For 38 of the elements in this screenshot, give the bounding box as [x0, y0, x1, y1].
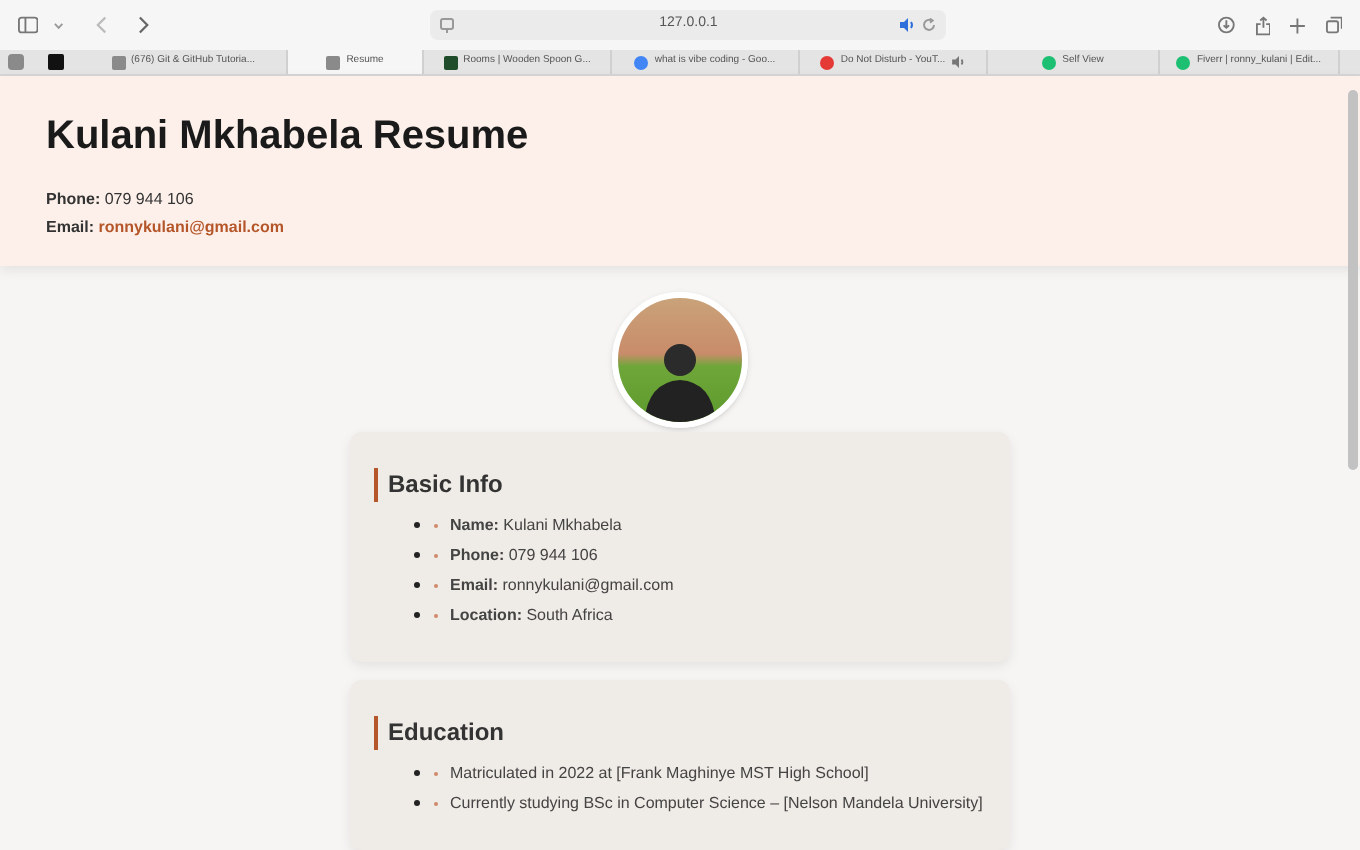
favicon-icon: [820, 55, 835, 69]
list-item-text: Name: Kulani Mkhabela: [450, 513, 622, 537]
bullet-icon: [414, 582, 420, 588]
favicon-icon: [111, 55, 126, 69]
section-heading: Education: [374, 716, 986, 750]
download-icon[interactable]: [1218, 16, 1236, 34]
list-item-text: Location: South Africa: [450, 603, 613, 627]
speaker-icon[interactable]: [951, 56, 966, 68]
page-title: Kulani Mkhabela Resume: [46, 116, 531, 156]
favicon-icon: [326, 55, 341, 69]
email-link[interactable]: ronnykulani@gmail.com: [98, 218, 284, 236]
list-item-text: Currently studying BSc in Computer Science – [Nelson Mandela University]: [450, 791, 983, 815]
reload-icon[interactable]: [922, 18, 937, 32]
favicon-icon: [1176, 55, 1191, 69]
chevron-down-icon[interactable]: [54, 21, 64, 29]
page-icon: [439, 17, 454, 33]
list-item-text: Email: ronnykulani@gmail.com: [450, 573, 674, 597]
bullet-icon: [414, 800, 420, 806]
list-item-text: Phone: 079 944 106: [450, 543, 598, 567]
contact-line: Email: ronnykulani@gmail.com: [46, 220, 286, 236]
favicon-icon: [634, 55, 649, 69]
speaker-icon[interactable]: [900, 18, 917, 32]
sidebar-icon[interactable]: [18, 16, 39, 34]
new-tab-icon[interactable]: [1290, 17, 1306, 33]
section-heading: Basic Info: [374, 468, 986, 502]
scrollbar-thumb[interactable]: [1348, 90, 1358, 470]
share-icon[interactable]: [1255, 15, 1271, 35]
favicon-icon: [443, 55, 458, 69]
bullet-icon: [414, 552, 420, 558]
tab-overview-icon[interactable]: [1325, 16, 1343, 34]
bullet-icon: [414, 612, 420, 618]
favicon-icon: [1042, 55, 1057, 69]
bullet-icon: [414, 522, 420, 528]
bullet-icon: [414, 770, 420, 776]
forward-icon[interactable]: [138, 16, 150, 34]
contact-line: Phone: 079 944 106: [46, 192, 196, 208]
pinned-tab-icon[interactable]: [8, 54, 24, 70]
list-item-text: Matriculated in 2022 at [Frank Maghinye MST High School]: [450, 761, 869, 785]
